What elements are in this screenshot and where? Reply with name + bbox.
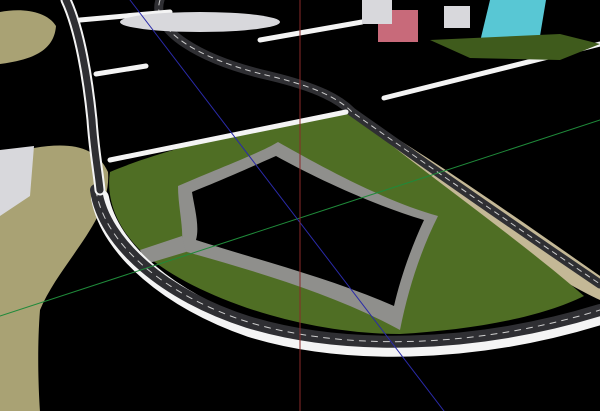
building-plaza: [430, 34, 600, 60]
roundabout-island: [120, 12, 280, 32]
scene-canvas[interactable]: [0, 0, 600, 411]
distant-buildings: [362, 0, 600, 60]
3d-viewport[interactable]: [0, 0, 600, 411]
building-grey: [362, 0, 392, 24]
sand-ground-top-left: [0, 10, 56, 65]
building-grey: [444, 6, 470, 28]
far-street: [93, 63, 149, 77]
